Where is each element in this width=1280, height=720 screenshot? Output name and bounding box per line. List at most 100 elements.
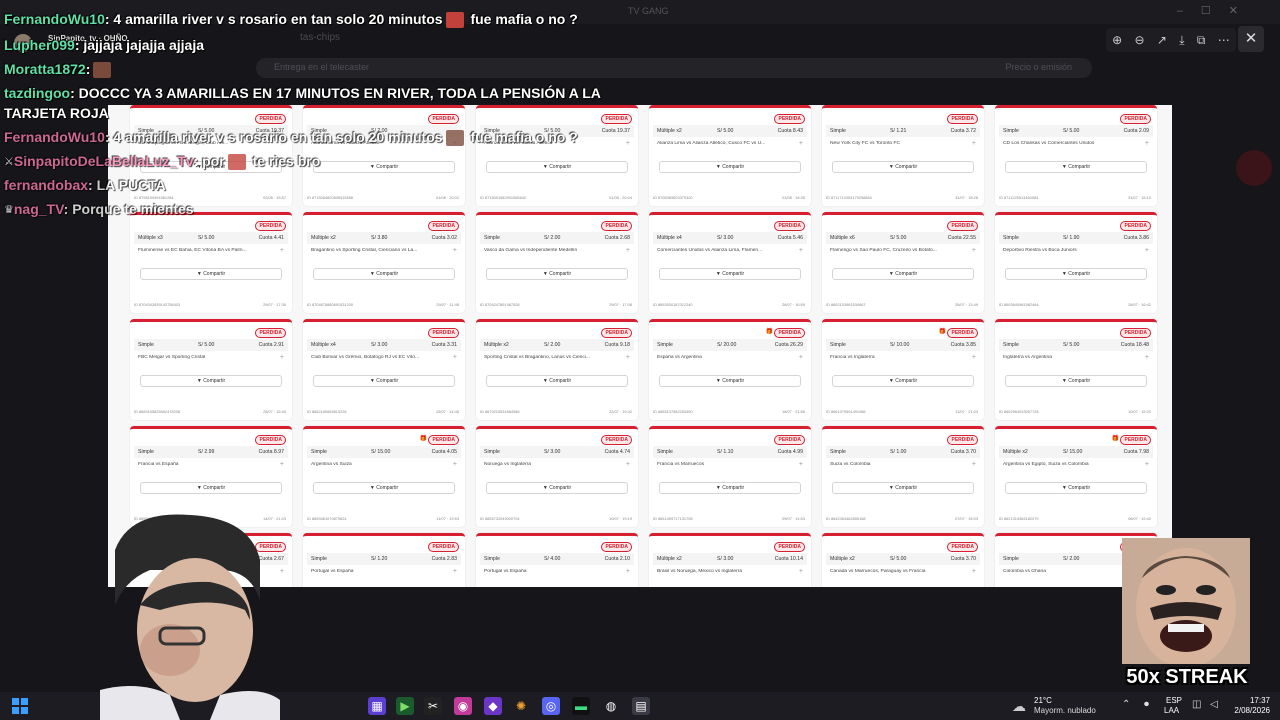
expand-icon[interactable]: +: [972, 568, 976, 575]
bet-card[interactable]: PERDIDA Múltiple x3 S/ 5.00 Cuota 4.41 Flumi…: [130, 212, 292, 313]
terminal-icon[interactable]: ▬: [572, 697, 590, 715]
calculator-icon[interactable]: ▤: [632, 697, 650, 715]
bet-card[interactable]: PERDIDA Múltiple x6 S/ 5.00 Cuota 22.55 Flam…: [822, 212, 984, 313]
zoom-out-icon[interactable]: ⊖: [1135, 33, 1145, 47]
close-icon[interactable]: ✕: [1238, 26, 1264, 52]
share-button[interactable]: ▼ Compartir: [486, 375, 628, 387]
share-button[interactable]: ▼ Compartir: [313, 161, 455, 173]
expand-icon[interactable]: +: [626, 461, 630, 468]
bet-card[interactable]: PERDIDA Simple S/ 5.00 Cuota 19.37 Alianza L…: [476, 105, 638, 206]
share-button[interactable]: ▼ Compartir: [659, 268, 801, 280]
share-button[interactable]: ▼ Compartir: [140, 482, 282, 494]
chevron-up-icon[interactable]: ⌃: [1122, 699, 1130, 710]
expand-icon[interactable]: +: [453, 247, 457, 254]
chat-username[interactable]: FernandoWu10: [4, 129, 105, 145]
expand-icon[interactable]: +: [799, 354, 803, 361]
share-button[interactable]: ▼ Compartir: [140, 268, 282, 280]
share-button[interactable]: ▼ Compartir: [659, 482, 801, 494]
chat-username[interactable]: FernandoWu10: [4, 11, 105, 27]
zoom-in-icon[interactable]: ⊕: [1112, 33, 1122, 47]
open-external-icon[interactable]: ⧉: [1197, 33, 1206, 48]
expand-icon[interactable]: +: [280, 247, 284, 254]
expand-icon[interactable]: +: [799, 247, 803, 254]
expand-icon[interactable]: +: [1145, 354, 1149, 361]
media-app-icon[interactable]: ▶: [396, 697, 414, 715]
share-button[interactable]: ▼ Compartir: [313, 268, 455, 280]
bet-card[interactable]: PERDIDA Simple S/ 4.00 Cuota 2.10 Portugal v…: [476, 533, 638, 587]
volume-icon[interactable]: ◁: [1210, 699, 1218, 710]
share-button[interactable]: ▼ Compartir: [486, 161, 628, 173]
bet-card[interactable]: PERDIDA Simple S/ 5.00 Cuota 2.91 FBC Melgar…: [130, 319, 292, 420]
share-button[interactable]: ▼ Compartir: [832, 161, 974, 173]
camera-app-icon[interactable]: ◉: [454, 697, 472, 715]
mic-icon[interactable]: ⏺: [1144, 699, 1149, 710]
share-button[interactable]: ▼ Compartir: [486, 482, 628, 494]
share-button[interactable]: ▼ Compartir: [1005, 161, 1147, 173]
capcut-icon[interactable]: ✂: [424, 697, 442, 715]
expand-icon[interactable]: +: [453, 568, 457, 575]
share-button[interactable]: ▼ Compartir: [832, 482, 974, 494]
chat-username[interactable]: nag_TV: [14, 201, 64, 217]
discord-icon[interactable]: ◎: [542, 697, 560, 715]
bet-card[interactable]: PERDIDA Simple S/ 5.00 Cuota 18.48 Inglaterr…: [995, 319, 1157, 420]
bet-card[interactable]: PERDIDA Simple S/ 2.00 Cuota 2.68 Vasco da G…: [476, 212, 638, 313]
bet-card[interactable]: PERDIDA 🎁 Simple S/ 15.00 Cuota 4.05 Argentin…: [303, 426, 465, 527]
expand-icon[interactable]: +: [280, 568, 284, 575]
bet-card[interactable]: PERDIDA Simple S/ 1.90 Cuota 3.86 Deportivo …: [995, 212, 1157, 313]
sparkle-app-icon[interactable]: ✺: [512, 697, 530, 715]
chat-username[interactable]: SinpapitoDeLaBellaLuz_Tv: [14, 153, 194, 169]
bet-card[interactable]: PERDIDA Múltiple x4 S/ 3.00 Cuota 5.46 Comer…: [649, 212, 811, 313]
share-button[interactable]: ▼ Compartir: [1005, 482, 1147, 494]
app-grid-icon[interactable]: ▦: [368, 697, 386, 715]
windows-start-icon[interactable]: [12, 698, 28, 714]
expand-icon[interactable]: +: [626, 247, 630, 254]
expand-icon[interactable]: +: [1145, 461, 1149, 468]
bet-card[interactable]: PERDIDA Múltiple x4 S/ 3.00 Cuota 3.31 Club …: [303, 319, 465, 420]
bet-card[interactable]: PERDIDA Simple S/ 1.10 Cuota 4.99 Francia vs…: [649, 426, 811, 527]
chat-username[interactable]: fernandobax: [4, 177, 88, 193]
clock-date[interactable]: 2/08/2026: [1220, 706, 1270, 715]
background-search-bar[interactable]: Entrega en el telecaster Precio o emisió…: [256, 58, 1092, 78]
bet-card[interactable]: PERDIDA Simple S/ 3.00 Cuota 4.74 Noruega vs…: [476, 426, 638, 527]
chat-username[interactable]: tazdingoo: [4, 85, 70, 101]
keyboard-layout[interactable]: LAA: [1164, 706, 1179, 715]
expand-icon[interactable]: +: [453, 461, 457, 468]
expand-icon[interactable]: +: [453, 354, 457, 361]
share-button[interactable]: ▼ Compartir: [1005, 268, 1147, 280]
bet-card[interactable]: PERDIDA Múltiple x2 S/ 5.00 Cuota 3.70 Canad…: [822, 533, 984, 587]
bet-card[interactable]: PERDIDA Simple S/ 2.00 Alianza Lima vs Alia…: [303, 105, 465, 206]
bet-card[interactable]: PERDIDA Simple S/ 1.21 Cuota 3.72 New York C…: [822, 105, 984, 206]
editor-icon[interactable]: ◆: [484, 697, 502, 715]
clock-time[interactable]: 17:37: [1230, 696, 1270, 705]
expand-icon[interactable]: +: [626, 354, 630, 361]
bet-card[interactable]: PERDIDA 🎁 Múltiple x2 S/ 15.00 Cuota 7.98 Arg…: [995, 426, 1157, 527]
expand-icon[interactable]: +: [280, 354, 284, 361]
expand-icon[interactable]: +: [972, 140, 976, 147]
language-code[interactable]: ESP: [1166, 696, 1182, 705]
share-button[interactable]: ▼ Compartir: [313, 375, 455, 387]
bet-card[interactable]: PERDIDA Simple S/ 1.00 Cuota 3.70 Suiza vs C…: [822, 426, 984, 527]
expand-icon[interactable]: +: [1145, 247, 1149, 254]
expand-icon[interactable]: +: [1145, 140, 1149, 147]
obs-icon[interactable]: ◍: [602, 697, 620, 715]
share-button[interactable]: ▼ Compartir: [832, 268, 974, 280]
expand-icon[interactable]: +: [626, 140, 630, 147]
expand-icon[interactable]: +: [626, 568, 630, 575]
bet-card[interactable]: PERDIDA Múltiple x2 S/ 3.80 Cuota 3.02 Braga…: [303, 212, 465, 313]
bet-card[interactable]: PERDIDA Simple S/ 5.00 Cuota 2.09 CD Los Cha…: [995, 105, 1157, 206]
share-button[interactable]: ▼ Compartir: [659, 161, 801, 173]
bet-card[interactable]: PERDIDA Múltiple x2 S/ 5.00 Cuota 8.43 Alian…: [649, 105, 811, 206]
expand-icon[interactable]: +: [799, 461, 803, 468]
expand-icon[interactable]: +: [280, 461, 284, 468]
network-icon[interactable]: ◫: [1192, 699, 1201, 710]
expand-icon[interactable]: +: [799, 568, 803, 575]
bet-card[interactable]: PERDIDA 🎁 Simple S/ 10.00 Cuota 3.85 Francia …: [822, 319, 984, 420]
chat-username[interactable]: Lupher099: [4, 37, 75, 53]
expand-icon[interactable]: +: [972, 247, 976, 254]
expand-icon[interactable]: +: [972, 461, 976, 468]
bet-card[interactable]: PERDIDA Múltiple x2 S/ 3.00 Cuota 10.14 Bras…: [649, 533, 811, 587]
share-icon[interactable]: ↗: [1157, 33, 1167, 47]
window-controls[interactable]: –☐✕: [1177, 4, 1256, 17]
share-button[interactable]: ▼ Compartir: [659, 375, 801, 387]
bet-card[interactable]: PERDIDA 🎁 Simple S/ 20.00 Cuota 26.29 España …: [649, 319, 811, 420]
